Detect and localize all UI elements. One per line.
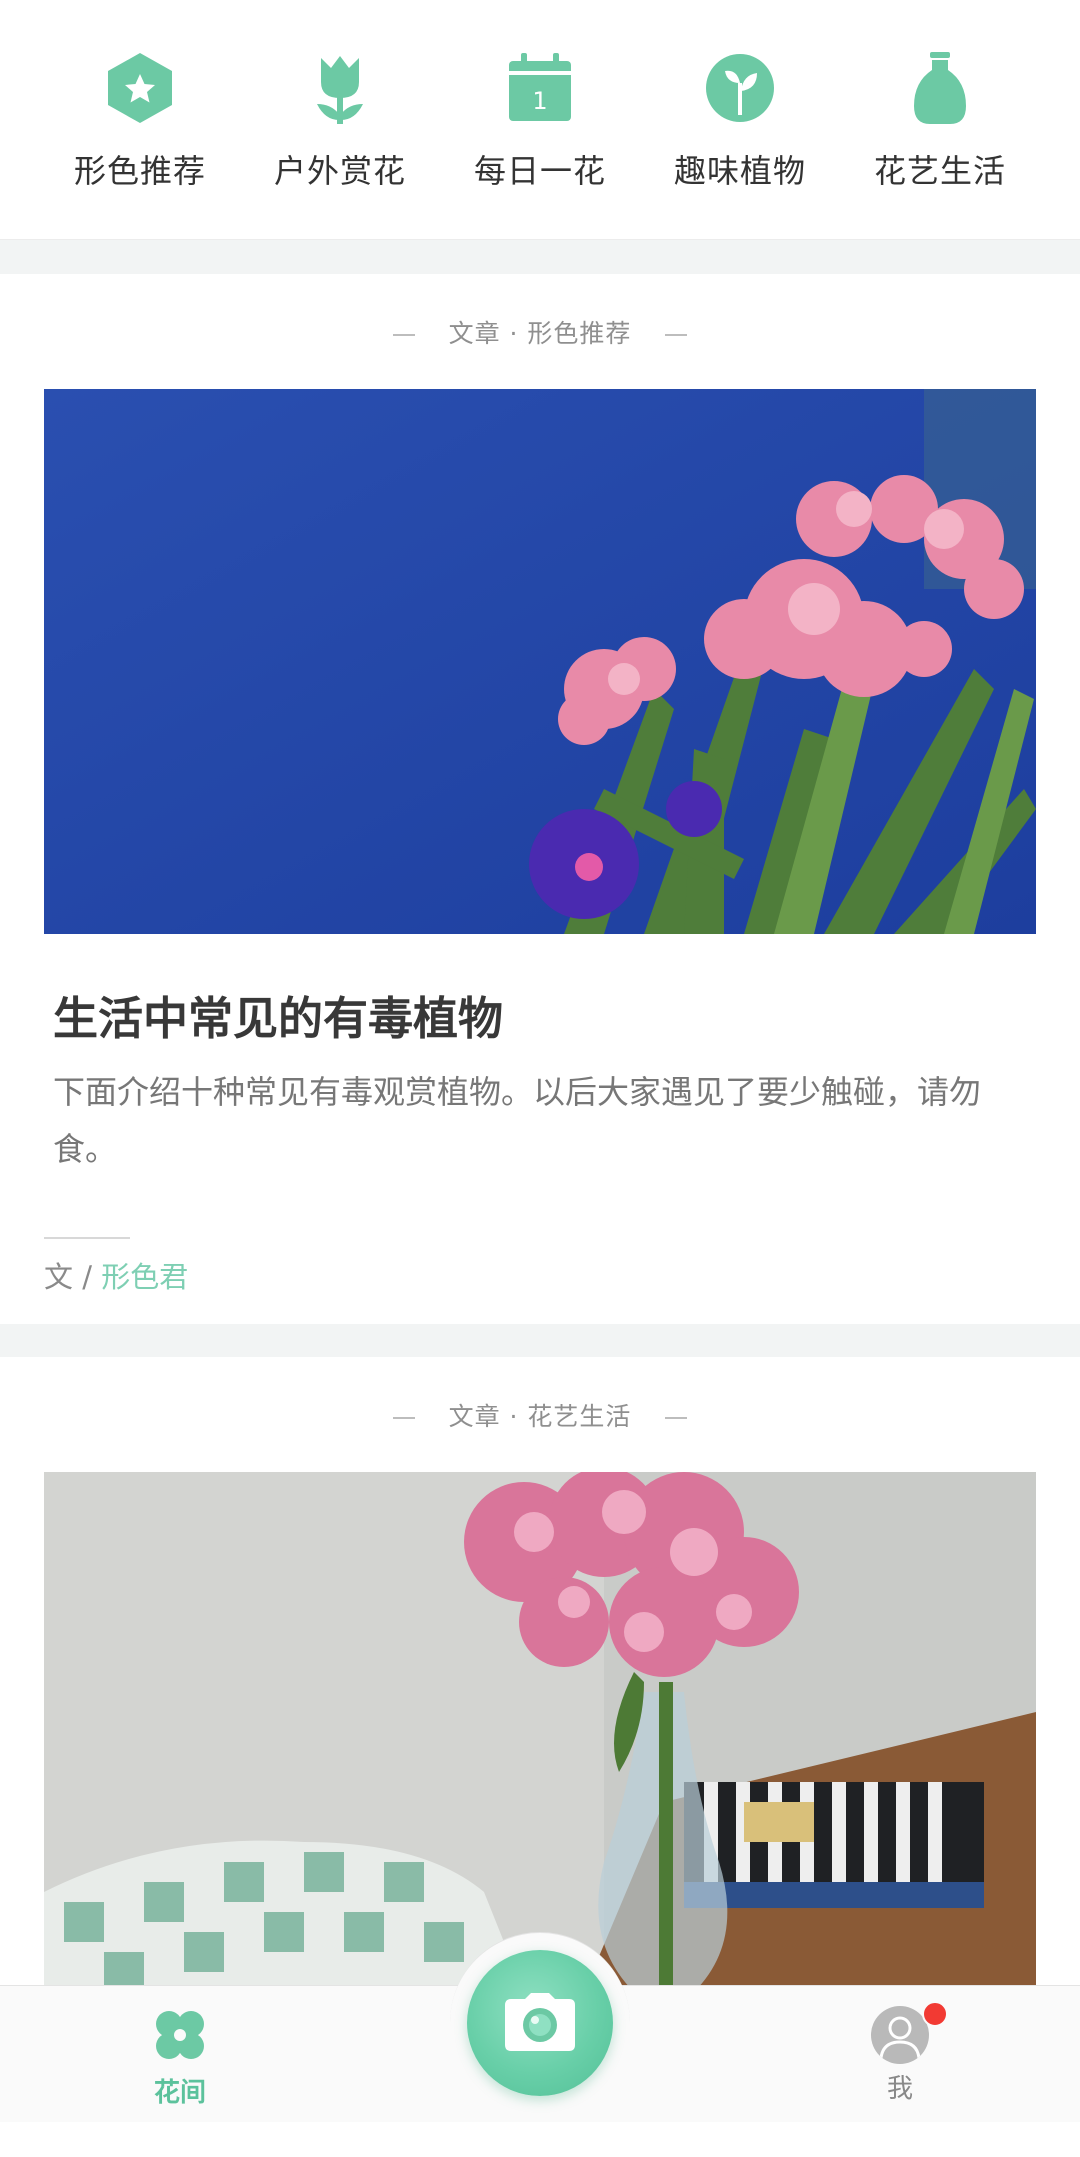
byline-prefix: 文 / [44,1260,102,1294]
nav-label: 形色推荐 [73,152,206,190]
star-hexagon-icon [102,50,178,126]
nav-label: 户外赏花 [273,152,406,190]
sprout-icon [702,50,778,126]
article-byline: 文 / 形色君 [44,1254,188,1296]
nav-item-daily[interactable]: 1 每日一花 [450,0,630,192]
article-card[interactable]: 文章 · 形色推荐 生活中常见的有毒植物 下面介绍十种常见有毒观赏植物。以后大家… [0,274,1080,1324]
nav-item-recommend[interactable]: 形色推荐 [50,0,230,192]
category-nav: 形色推荐 户外赏花 1 每日一花 趣味植物 花艺生活 [0,0,1080,240]
article-category-label: 文章 · 花艺生活 [448,1402,632,1431]
camera-icon [505,1993,575,2051]
calendar-day: 1 [532,87,547,115]
tulip-icon [302,50,378,126]
article-category-tag: 文章 · 花艺生活 [0,1397,1080,1433]
article-cover-image [44,389,1036,934]
nav-item-fun-plants[interactable]: 趣味植物 [650,0,830,192]
nav-label: 花艺生活 [873,152,1006,190]
nav-item-outdoor[interactable]: 户外赏花 [250,0,430,192]
tab-home[interactable]: 花间 [140,2008,220,2109]
article-description: 下面介绍十种常见有毒观赏植物。以后大家遇见了要少触碰，请勿食。 [53,1073,982,1168]
clover-icon [153,2008,207,2066]
avatar-icon [871,2006,929,2064]
calendar-icon: 1 [502,50,578,126]
article-category-tag: 文章 · 形色推荐 [0,314,1080,350]
article-cover-image [44,1472,1036,1992]
camera-button[interactable] [467,1950,613,2096]
vase-icon [902,50,978,126]
tab-me-label: 我 [886,2074,913,2104]
notification-badge [922,2001,948,2027]
article-title[interactable]: 生活中常见的有毒植物 [53,982,503,1047]
nav-label: 趣味植物 [673,152,806,190]
article-author[interactable]: 形色君 [101,1260,188,1294]
nav-label: 每日一花 [473,152,606,190]
nav-item-floral-life[interactable]: 花艺生活 [850,0,1030,192]
article-category-label: 文章 · 形色推荐 [448,319,632,348]
tab-home-label: 花间 [153,2078,206,2108]
byline-divider [44,1237,130,1239]
